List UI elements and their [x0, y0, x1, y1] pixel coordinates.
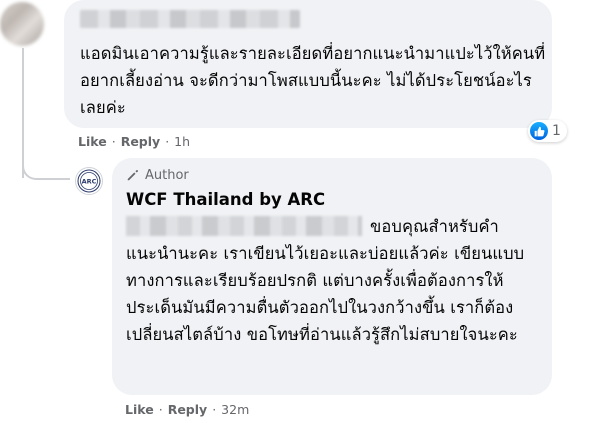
author-icon — [127, 169, 139, 181]
thumbs-up-icon — [530, 122, 548, 140]
comment-actions: Like · Reply · 1h — [78, 134, 190, 149]
comment-bubble: แอดมินเอาความรู้และรายละเอียดที่อยากแนะน… — [64, 0, 552, 128]
thread-connector — [22, 150, 70, 180]
reply-actions: Like · Reply · 32m — [125, 402, 249, 417]
reply-bubble: Author WCF Thailand by ARC ขอบคุณสำหรับค… — [112, 158, 552, 395]
arc-logo-icon: ARC — [77, 169, 101, 193]
reply-button[interactable]: Reply — [121, 134, 160, 149]
mention-redacted[interactable] — [126, 216, 362, 236]
page-avatar[interactable]: ARC — [75, 167, 103, 195]
comment-timestamp[interactable]: 1h — [174, 134, 190, 149]
separator-dot: · — [165, 134, 170, 149]
like-button[interactable]: Like — [125, 402, 154, 417]
reaction-count: 1 — [552, 123, 561, 139]
comment-text: แอดมินเอาความรู้และรายละเอียดที่อยากแนะน… — [80, 44, 546, 117]
separator-dot: · — [158, 402, 163, 417]
reply-text-container: ขอบคุณสำหรับคำแนะนำนะคะ เราเขียนไว้เยอะแ… — [126, 213, 546, 348]
svg-text:ARC: ARC — [82, 178, 97, 186]
separator-dot: · — [212, 402, 217, 417]
reply-text: ขอบคุณสำหรับคำแนะนำนะคะ เราเขียนไว้เยอะแ… — [126, 217, 525, 344]
page-name[interactable]: WCF Thailand by ARC — [126, 190, 538, 209]
commenter-avatar[interactable] — [0, 2, 44, 46]
commenter-name-redacted[interactable] — [80, 10, 300, 28]
reaction-summary[interactable]: 1 — [528, 120, 567, 142]
like-button[interactable]: Like — [78, 134, 107, 149]
separator-dot: · — [111, 134, 116, 149]
author-badge: Author — [126, 166, 538, 184]
reply-button[interactable]: Reply — [168, 402, 207, 417]
reply-timestamp[interactable]: 32m — [221, 402, 249, 417]
author-badge-label: Author — [145, 167, 189, 183]
